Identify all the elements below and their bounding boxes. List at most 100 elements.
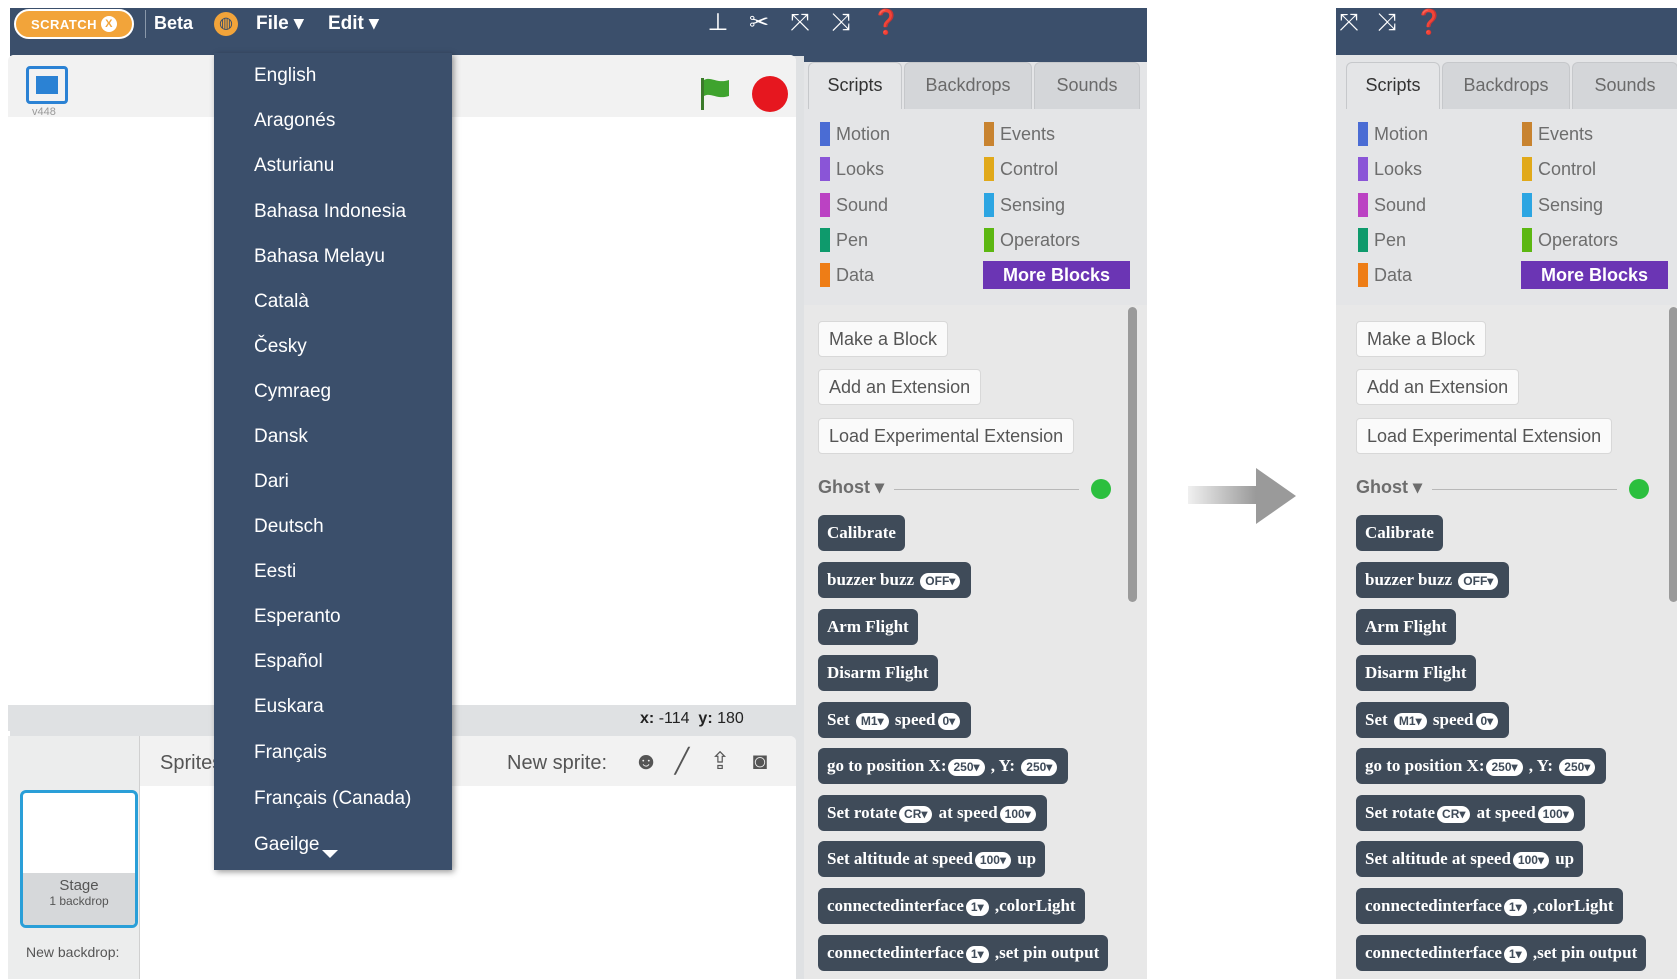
block-calibrate[interactable]: Calibrate (1356, 515, 1443, 551)
edit-menu[interactable]: Edit ▾ (328, 12, 379, 35)
category-more-blocks[interactable]: More Blocks (983, 261, 1130, 289)
category-motion[interactable]: Motion (820, 121, 890, 147)
category-motion[interactable]: Motion (1358, 121, 1428, 147)
block-buzzer[interactable]: buzzer buzz OFF▾ (818, 562, 972, 598)
block-disarm-flight[interactable]: Disarm Flight (818, 655, 938, 691)
extension-ghost-menu[interactable]: Ghost ▾ (818, 477, 884, 498)
category-pen[interactable]: Pen (820, 227, 868, 253)
block-arg-dropdown[interactable]: 1▾ (1503, 945, 1527, 963)
block-arg-dropdown[interactable]: 0▾ (937, 712, 961, 730)
palette-scrollbar[interactable] (1128, 307, 1137, 602)
block-arg-dropdown[interactable]: M1▾ (1393, 712, 1427, 730)
language-item[interactable]: Deutsch (254, 516, 324, 538)
language-item[interactable]: Aragonés (254, 110, 335, 132)
paint-sprite-icon[interactable]: ╱ (666, 746, 698, 778)
scroll-down-arrow-icon[interactable] (322, 850, 338, 858)
block-arg-dropdown[interactable]: 250▾ (1559, 758, 1596, 776)
upload-sprite-icon[interactable]: ⇪ (704, 746, 736, 778)
category-sensing[interactable]: Sensing (1522, 192, 1603, 218)
help-icon[interactable]: ❓ (871, 8, 901, 38)
block-arg-dropdown[interactable]: CR▾ (899, 805, 933, 823)
green-flag-icon[interactable] (695, 74, 735, 114)
help-icon[interactable]: ❓ (1414, 8, 1444, 38)
tab-sounds[interactable]: Sounds (1572, 62, 1677, 109)
block-arg-dropdown[interactable]: CR▾ (1437, 805, 1471, 823)
language-item[interactable]: Français (Canada) (254, 788, 411, 810)
language-item[interactable]: Esperanto (254, 606, 341, 628)
block-arg-dropdown[interactable]: 1▾ (965, 898, 989, 916)
block-set-speed[interactable]: Set M1▾ speed 0▾ (818, 702, 972, 738)
block-arm-flight[interactable]: Arm Flight (1356, 609, 1456, 645)
cut-icon[interactable]: ✂ (744, 8, 774, 38)
load-experimental-extension-button[interactable]: Load Experimental Extension (1356, 418, 1613, 454)
sprite-library-icon[interactable]: ☻ (630, 746, 662, 778)
block-set-rotate[interactable]: Set rotate CR▾ at speed 100▾ (1356, 795, 1585, 831)
language-item[interactable]: Gaeilge (254, 834, 320, 856)
block-arg-dropdown[interactable]: 250▾ (948, 758, 985, 776)
language-item[interactable]: Cymraeg (254, 381, 331, 403)
tab-backdrops[interactable]: Backdrops (904, 62, 1032, 109)
tab-scripts[interactable]: Scripts (1346, 62, 1440, 109)
language-item[interactable]: Dansk (254, 426, 308, 448)
tab-scripts[interactable]: Scripts (808, 62, 902, 109)
block-arg-dropdown[interactable]: OFF▾ (1458, 572, 1499, 590)
category-events[interactable]: Events (984, 121, 1055, 147)
load-experimental-extension-button[interactable]: Load Experimental Extension (818, 418, 1075, 454)
camera-icon[interactable]: ◙ (744, 746, 776, 778)
category-data[interactable]: Data (820, 262, 874, 288)
language-item[interactable]: Dari (254, 471, 289, 493)
block-arg-dropdown[interactable]: 1▾ (1503, 898, 1527, 916)
language-item[interactable]: Asturianu (254, 155, 334, 177)
category-control[interactable]: Control (984, 156, 1058, 182)
block-set-rotate[interactable]: Set rotate CR▾ at speed 100▾ (818, 795, 1047, 831)
category-sound[interactable]: Sound (820, 192, 888, 218)
block-arg-dropdown[interactable]: 1▾ (965, 945, 989, 963)
make-block-button[interactable]: Make a Block (818, 321, 949, 357)
block-arm-flight[interactable]: Arm Flight (818, 609, 918, 645)
tab-backdrops[interactable]: Backdrops (1442, 62, 1570, 109)
block-arg-dropdown[interactable]: 250▾ (1021, 758, 1058, 776)
globe-icon[interactable]: ◍ (214, 12, 238, 36)
block-disarm-flight[interactable]: Disarm Flight (1356, 655, 1476, 691)
block-calibrate[interactable]: Calibrate (818, 515, 905, 551)
grow-icon[interactable]: ⤧ (785, 8, 815, 38)
tab-sounds[interactable]: Sounds (1034, 62, 1140, 109)
block-go-to-position[interactable]: go to position X: 250▾ , Y: 250▾ (1356, 748, 1607, 784)
block-connectedinterface-color[interactable]: connectedinterface 1▾ ,colorLight (1356, 888, 1623, 924)
language-item[interactable]: Euskara (254, 696, 324, 718)
category-looks[interactable]: Looks (1358, 156, 1422, 182)
category-more-blocks[interactable]: More Blocks (1521, 261, 1668, 289)
fullscreen-icon[interactable] (26, 66, 68, 104)
palette-scrollbar[interactable] (1669, 307, 1677, 602)
language-item[interactable]: Eesti (254, 561, 296, 583)
language-item[interactable]: Bahasa Indonesia (254, 201, 406, 223)
language-item[interactable]: Česky (254, 336, 307, 358)
language-item[interactable]: English (254, 65, 316, 87)
category-events[interactable]: Events (1522, 121, 1593, 147)
block-arg-dropdown[interactable]: 250▾ (1486, 758, 1523, 776)
category-operators[interactable]: Operators (984, 227, 1080, 253)
block-set-altitude[interactable]: Set altitude at speed 100▾ up (818, 841, 1046, 877)
scratchx-logo[interactable]: SCRATCH X (14, 9, 134, 39)
add-extension-button[interactable]: Add an Extension (1356, 369, 1520, 405)
add-extension-button[interactable]: Add an Extension (818, 369, 982, 405)
block-go-to-position[interactable]: go to position X: 250▾ , Y: 250▾ (818, 748, 1069, 784)
shrink-icon[interactable]: ⤨ (1372, 8, 1402, 38)
stop-icon[interactable] (752, 76, 788, 112)
block-arg-dropdown[interactable]: OFF▾ (920, 572, 961, 590)
block-arg-dropdown[interactable]: 100▾ (1537, 805, 1574, 823)
duplicate-icon[interactable]: ⊥ (703, 8, 733, 38)
stage-thumbnail[interactable]: Stage 1 backdrop (20, 790, 138, 928)
category-pen[interactable]: Pen (1358, 227, 1406, 253)
block-connectedinterface-pin[interactable]: connectedinterface 1▾ ,set pin output (818, 935, 1109, 971)
block-arg-dropdown[interactable]: 100▾ (999, 805, 1036, 823)
category-sensing[interactable]: Sensing (984, 192, 1065, 218)
file-menu[interactable]: File ▾ (256, 12, 304, 35)
block-buzzer[interactable]: buzzer buzz OFF▾ (1356, 562, 1510, 598)
category-control[interactable]: Control (1522, 156, 1596, 182)
extension-ghost-menu[interactable]: Ghost ▾ (1356, 477, 1422, 498)
category-looks[interactable]: Looks (820, 156, 884, 182)
language-item[interactable]: Español (254, 651, 323, 673)
block-connectedinterface-color[interactable]: connectedinterface 1▾ ,colorLight (818, 888, 1085, 924)
block-connectedinterface-pin[interactable]: connectedinterface 1▾ ,set pin output (1356, 935, 1647, 971)
